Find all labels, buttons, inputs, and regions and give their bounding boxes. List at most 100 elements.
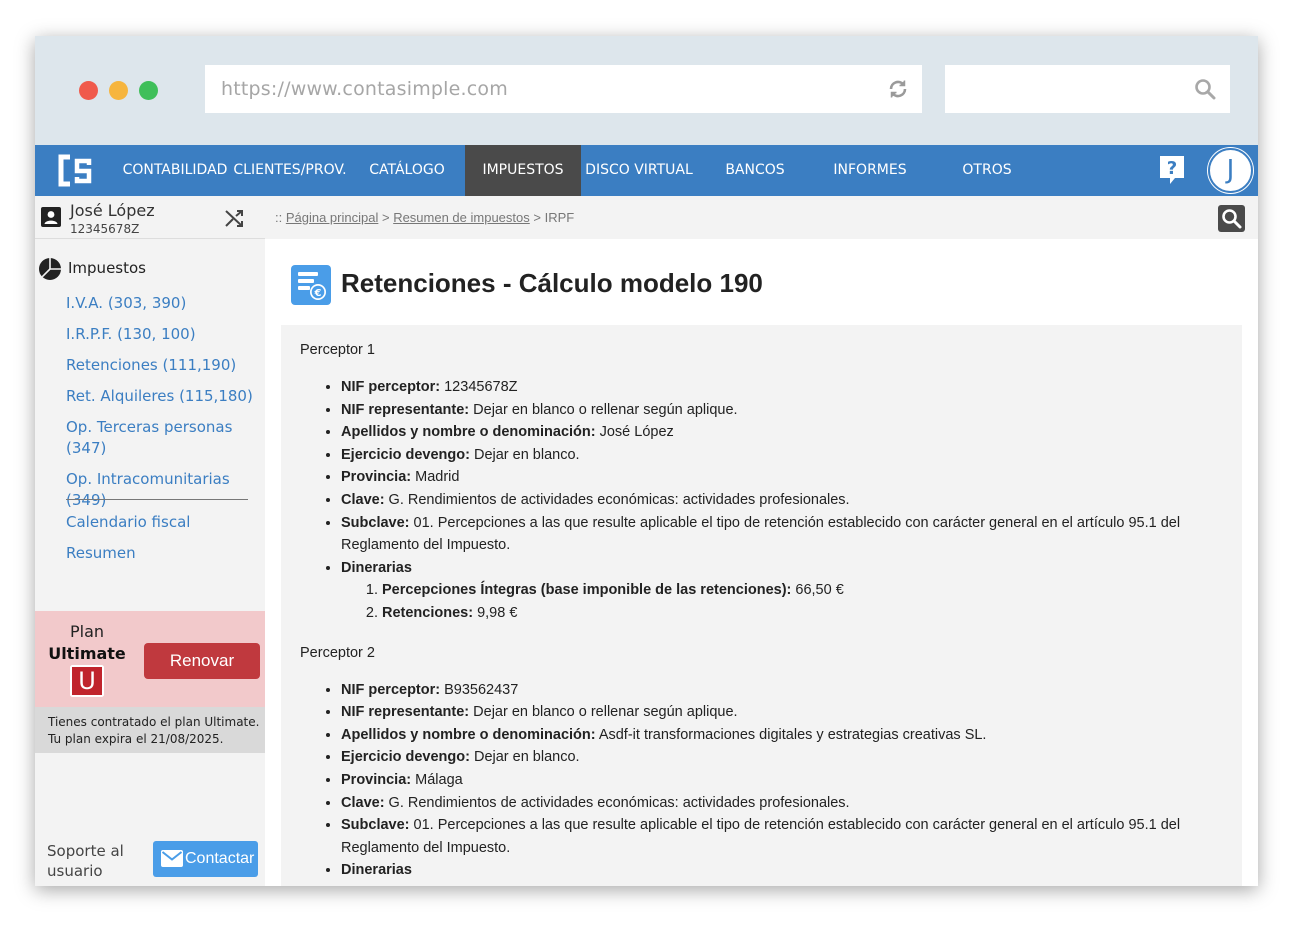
list-item: NIF perceptor: 12345678Z — [341, 376, 1224, 399]
field-value: Asdf-it transformaciones digitales y est… — [595, 726, 987, 743]
magnifier-icon[interactable] — [1218, 205, 1245, 232]
list-item: Apellidos y nombre o denominación: Asdf-… — [341, 724, 1224, 747]
section-title-impuestos: Impuestos — [68, 259, 146, 277]
breadcrumb-bar: :: Página principal > Resumen de impuest… — [265, 196, 1258, 239]
list-item: Clave: G. Rendimientos de actividades ec… — [341, 489, 1224, 512]
breadcrumb-summary[interactable]: Resumen de impuestos — [393, 210, 530, 225]
field-label: Clave: — [341, 491, 385, 508]
sidebar-link-iva[interactable]: I.V.A. (303, 390) — [66, 293, 261, 314]
list-item: Ejercicio devengo: Dejar en blanco. — [341, 444, 1224, 467]
field-value: G. Rendimientos de actividades económica… — [384, 794, 850, 811]
user-avatar[interactable]: J — [1208, 148, 1253, 193]
contact-label: Contactar — [185, 850, 255, 867]
list-item: Apellidos y nombre o denominación: José … — [341, 421, 1224, 444]
help-icon[interactable]: ? — [1158, 154, 1186, 186]
nav-contabilidad[interactable]: CONTABILIDAD — [121, 145, 229, 196]
main-nav: CONTABILIDAD CLIENTES/PROV. CATÁLOGO IMP… — [35, 145, 1258, 196]
field-label: Provincia: — [341, 771, 412, 788]
mail-icon — [161, 850, 183, 867]
plan-label: Plan — [69, 622, 105, 641]
field-value: G. Rendimientos de actividades económica… — [384, 491, 850, 508]
perceptor-title: Perceptor 1 — [300, 342, 375, 358]
field-label: Clave: — [341, 794, 385, 811]
field-label: NIF perceptor: — [341, 379, 441, 395]
sidebar-link-op-terceras[interactable]: Op. Terceras personas (347) — [66, 417, 241, 459]
list-item: Ejercicio devengo: Dejar en blanco. — [341, 746, 1224, 769]
field-label: Dinerarias — [341, 862, 412, 879]
field-label: Subclave: — [341, 514, 410, 531]
field-label: NIF representante: — [341, 704, 470, 721]
sidebar: José López 12345678Z Impuestos I.V.A. (3… — [35, 196, 265, 886]
user-name: José López — [70, 201, 155, 220]
reload-icon[interactable] — [886, 77, 910, 101]
list-item: Provincia: Madrid — [341, 466, 1224, 489]
main-content: € Retenciones - Cálculo modelo 190 Perce… — [265, 239, 1258, 886]
sidebar-divider — [66, 499, 248, 500]
sidebar-link-calendario[interactable]: Calendario fiscal — [66, 512, 261, 533]
maximize-window-button[interactable] — [139, 81, 158, 100]
breadcrumb-sep-2: > — [529, 210, 545, 225]
dinerarias-list: Percepciones Íntegras (base imponible de… — [382, 579, 1224, 624]
user-icon — [41, 207, 61, 227]
nav-catalogo[interactable]: CATÁLOGO — [357, 145, 457, 196]
nav-clientes-prov[interactable]: CLIENTES/PROV. — [233, 145, 347, 196]
field-label: Ejercicio devengo: — [341, 749, 470, 766]
list-item: Subclave: 01. Percepciones a las que res… — [341, 512, 1224, 557]
sidebar-link-ret-alquileres[interactable]: Ret. Alquileres (115,180) — [66, 386, 261, 407]
perceptores-panel: Perceptor 1 NIF perceptor: 12345678Z NIF… — [281, 325, 1242, 886]
field-value: 12345678Z — [440, 379, 518, 395]
field-value: 01. Percepciones a las que resulte aplic… — [341, 514, 1181, 554]
tax-report-icon: € — [291, 265, 331, 305]
field-label: Provincia: — [341, 469, 412, 486]
sidebar-link-op-intracomunitarias[interactable]: Op. Intracomunitarias (349) — [66, 469, 261, 511]
breadcrumb-current: IRPF — [544, 210, 575, 225]
field-value: B93562437 — [440, 681, 519, 698]
field-label: Ejercicio devengo: — [341, 446, 470, 463]
contasimple-logo[interactable] — [55, 151, 93, 191]
field-value: Dejar en blanco o rellenar según aplique… — [469, 704, 738, 721]
address-bar[interactable]: https://www.contasimple.com — [205, 65, 922, 113]
nav-disco-virtual[interactable]: DISCO VIRTUAL — [583, 145, 695, 196]
field-value: José López — [595, 424, 674, 441]
field-value: Madrid — [411, 469, 460, 486]
breadcrumb-prefix: :: — [275, 210, 286, 225]
contact-button[interactable]: Contactar — [153, 841, 258, 877]
breadcrumb: :: Página principal > Resumen de impuest… — [275, 210, 574, 225]
sidebar-link-retenciones[interactable]: Retenciones (111,190) — [66, 355, 261, 376]
nav-otros[interactable]: OTROS — [937, 145, 1037, 196]
renew-button[interactable]: Renovar — [144, 643, 260, 679]
page-title: Retenciones - Cálculo modelo 190 — [341, 268, 763, 298]
list-item: NIF perceptor: B93562437 — [341, 679, 1224, 702]
user-id: 12345678Z — [70, 222, 140, 236]
field-value: 66,50 € — [791, 582, 844, 599]
browser-search-bar[interactable] — [945, 65, 1230, 113]
list-item: Percepciones Íntegras (base imponible de… — [382, 579, 1224, 602]
close-window-button[interactable] — [79, 81, 98, 100]
field-label: Percepciones Íntegras (base imponible de… — [382, 582, 792, 599]
nav-impuestos[interactable]: IMPUESTOS — [465, 145, 581, 196]
field-value: Dejar en blanco o rellenar según aplique… — [469, 401, 738, 418]
field-label: Subclave: — [341, 817, 410, 834]
plan-badge-icon: U — [70, 665, 104, 697]
list-item: Dinerarias — [341, 859, 1224, 882]
shuffle-icon[interactable] — [224, 208, 245, 229]
nav-informes[interactable]: INFORMES — [820, 145, 920, 196]
plan-info-line1: Tienes contratado el plan Ultimate. — [48, 715, 260, 729]
list-item: Dinerarias Percepciones Íntegras (base i… — [341, 557, 1224, 625]
search-icon[interactable] — [1194, 78, 1216, 100]
support-line2: usuario — [47, 862, 103, 880]
breadcrumb-home[interactable]: Página principal — [286, 210, 379, 225]
plan-name: Ultimate — [48, 644, 126, 663]
sidebar-link-resumen[interactable]: Resumen — [66, 543, 261, 564]
sidebar-link-irpf[interactable]: I.R.P.F. (130, 100) — [66, 324, 261, 345]
svg-text:?: ? — [1167, 158, 1177, 179]
list-item: Provincia: Málaga — [341, 769, 1224, 792]
minimize-window-button[interactable] — [109, 81, 128, 100]
list-item: Clave: G. Rendimientos de actividades ec… — [341, 792, 1224, 815]
field-label: Apellidos y nombre o denominación: — [341, 726, 596, 743]
field-label: Retenciones: — [382, 604, 474, 621]
nav-bancos[interactable]: BANCOS — [705, 145, 805, 196]
field-label: Dinerarias — [341, 559, 412, 576]
list-item: Subclave: 01. Percepciones a las que res… — [341, 814, 1224, 859]
